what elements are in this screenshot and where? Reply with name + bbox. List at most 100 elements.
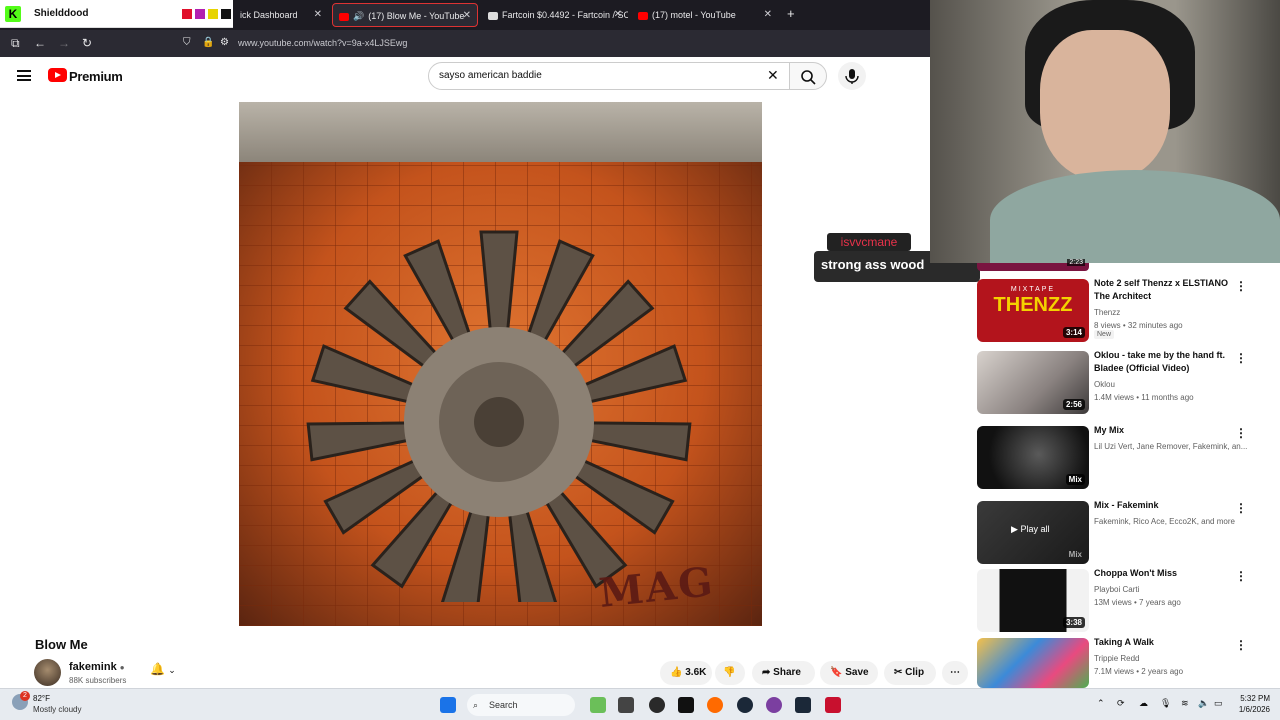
more-actions-button[interactable]: ⋯ xyxy=(942,661,968,685)
tab-title: (17) Blow Me - YouTube xyxy=(368,11,465,21)
search-input[interactable]: sayso american baddie xyxy=(428,62,790,90)
app-icon[interactable] xyxy=(678,697,694,713)
lock-icon[interactable]: 🔒 xyxy=(202,37,214,48)
hamburger-menu-icon[interactable] xyxy=(17,70,31,81)
app-icon[interactable] xyxy=(825,697,841,713)
url-bar[interactable]: www.youtube.com/watch?v=9a-x4LJSEwg xyxy=(238,38,407,48)
overlay-name: Shielddood xyxy=(34,8,89,19)
volume-icon[interactable]: 🔈 xyxy=(1198,698,1209,709)
tab-motel-youtube[interactable]: (17) motel - YouTube ✕ xyxy=(632,3,778,27)
video-title[interactable]: Taking A Walk xyxy=(1094,636,1244,649)
voice-search-button[interactable] xyxy=(838,62,866,90)
recommendation-item[interactable]: 2:56 Oklou - take me by the hand ft. Bla… xyxy=(977,349,1277,415)
youtube-brand[interactable]: Premium xyxy=(69,69,123,84)
permissions-icon[interactable]: ⚙ xyxy=(220,37,229,48)
tab-close-icon[interactable]: ✕ xyxy=(314,3,322,27)
video-title[interactable]: Oklou - take me by the hand ft. Bladee (… xyxy=(1094,349,1244,375)
youtube-logo-icon[interactable] xyxy=(48,68,67,82)
video-title[interactable]: Mix - Fakemink xyxy=(1094,499,1244,512)
video-title[interactable]: My Mix xyxy=(1094,424,1244,437)
tab-close-icon[interactable]: ✕ xyxy=(764,3,772,27)
video-thumbnail[interactable]: MIXTAPE THENZZ 3:14 xyxy=(977,279,1089,342)
wifi-icon[interactable]: ≋ xyxy=(1181,698,1189,709)
steam-icon[interactable] xyxy=(737,697,753,713)
video-meta: 13M views • 7 years ago xyxy=(1094,598,1181,607)
new-tab-button[interactable]: + xyxy=(787,6,795,21)
channel-name[interactable]: Trippie Redd xyxy=(1094,654,1254,663)
firefox-icon[interactable] xyxy=(707,697,723,713)
widget-icon[interactable] xyxy=(590,697,606,713)
save-label: Save xyxy=(845,667,869,678)
video-thumbnail[interactable]: Mix xyxy=(977,426,1089,489)
more-options-icon[interactable]: ⋮ xyxy=(1235,638,1247,652)
shield-icon[interactable]: ⛉ xyxy=(183,37,191,48)
share-button[interactable]: ➦ Share xyxy=(752,661,815,685)
save-button[interactable]: 🔖 Save xyxy=(820,661,878,685)
like-button[interactable]: 👍 3.6K xyxy=(660,661,712,685)
more-options-icon[interactable]: ⋮ xyxy=(1235,569,1247,583)
video-title[interactable]: Choppa Won't Miss xyxy=(1094,567,1244,580)
video-thumbnail[interactable] xyxy=(977,638,1089,688)
swatch-red xyxy=(182,9,192,19)
recommendation-item[interactable]: ▶ Play all Mix Mix - Fakemink Fakemink, … xyxy=(977,499,1277,565)
tab-blow-me-youtube[interactable]: 🔊 (17) Blow Me - YouTube ✕ xyxy=(332,3,478,27)
play-all-overlay[interactable]: ▶ Play all xyxy=(1011,524,1049,535)
video-title[interactable]: Note 2 self Thenzz x ELSTIANO The Archit… xyxy=(1094,277,1244,303)
browser-nav-bar: ⧉ ← → ↻ ⛉ 🔒 ⚙ www.youtube.com/watch?v=9a… xyxy=(0,30,930,57)
task-view-icon[interactable] xyxy=(618,697,634,713)
speaker-icon[interactable]: 🔊 xyxy=(353,11,364,21)
clock-time[interactable]: 5:32 PM xyxy=(1234,694,1270,703)
tab-fartcoin[interactable]: Fartcoin $0.4492 - Fartcoin / SO ✕ xyxy=(482,3,628,27)
clear-search-icon[interactable]: ✕ xyxy=(767,67,779,84)
scissors-icon: ✂ xyxy=(894,667,903,678)
youtube-favicon-icon xyxy=(339,12,349,21)
recommendation-item[interactable]: Taking A Walk Trippie Redd 7.1M views • … xyxy=(977,636,1277,688)
more-options-icon[interactable]: ⋮ xyxy=(1235,351,1247,365)
windows-start-icon[interactable] xyxy=(440,697,456,713)
channel-name[interactable]: Thenzz xyxy=(1094,308,1254,317)
clock-date[interactable]: 1/6/2026 xyxy=(1230,705,1270,714)
cloud-icon[interactable]: ☁ xyxy=(1139,698,1148,709)
share-icon: ➦ xyxy=(762,667,771,678)
avatar[interactable] xyxy=(34,659,61,686)
app-icon[interactable] xyxy=(649,697,665,713)
clip-button[interactable]: ✂ Clip xyxy=(884,661,936,685)
sidebar-toggle-icon[interactable]: ⧉ xyxy=(11,36,20,51)
recommendation-item[interactable]: Mix My Mix Lil Uzi Vert, Jane Remover, F… xyxy=(977,424,1277,490)
partial-thumbnail[interactable]: 2:23 xyxy=(977,259,1089,271)
channel-name[interactable]: Oklou xyxy=(1094,380,1254,389)
app-icon[interactable] xyxy=(766,697,782,713)
mix-artists: Lil Uzi Vert, Jane Remover, Fakemink, an… xyxy=(1094,442,1248,451)
back-arrow-icon[interactable]: ← xyxy=(34,36,46,50)
chevron-up-icon[interactable]: ⌃ xyxy=(1097,698,1105,709)
tab-dashboard[interactable]: ick Dashboard ✕ xyxy=(234,3,328,27)
more-options-icon[interactable]: ⋮ xyxy=(1235,426,1247,440)
tray-app-icon[interactable]: ⟳ xyxy=(1117,698,1125,709)
tab-close-icon[interactable]: ✕ xyxy=(614,3,622,27)
dislike-button[interactable]: 👎 xyxy=(715,661,745,685)
channel-name-main[interactable]: fakemink ● xyxy=(69,661,125,673)
weather-badge: 2 xyxy=(20,691,30,701)
more-options-icon[interactable]: ⋮ xyxy=(1235,501,1247,515)
video-player[interactable]: MAG xyxy=(239,102,762,626)
search-button[interactable] xyxy=(789,62,827,90)
weather-temp[interactable]: 82°F xyxy=(33,694,50,703)
tab-close-icon[interactable]: ✕ xyxy=(463,4,471,26)
video-meta: 1.4M views • 11 months ago xyxy=(1094,393,1194,402)
notification-bell-button[interactable]: 🔔 ⌄ xyxy=(150,662,192,684)
forward-arrow-icon[interactable]: → xyxy=(58,36,70,50)
video-thumbnail[interactable]: 3:38 xyxy=(977,569,1089,632)
recommendation-item[interactable]: 3:38 Choppa Won't Miss Playboi Carti 13M… xyxy=(977,567,1277,633)
taskbar-search[interactable]: ⌕ Search xyxy=(467,694,575,716)
video-thumbnail[interactable]: 2:56 xyxy=(977,351,1089,414)
more-options-icon[interactable]: ⋮ xyxy=(1235,279,1247,293)
weather-desc[interactable]: Mostly cloudy xyxy=(33,705,81,714)
channel-name[interactable]: Playboi Carti xyxy=(1094,585,1254,594)
microphone-icon[interactable]: 🎙 xyxy=(1160,698,1171,709)
taskbar-search-label: Search xyxy=(489,700,518,710)
battery-icon[interactable]: ▭ xyxy=(1214,698,1223,709)
app-icon[interactable] xyxy=(795,697,811,713)
video-thumbnail[interactable]: ▶ Play all Mix xyxy=(977,501,1089,564)
recommendation-item[interactable]: MIXTAPE THENZZ 3:14 Note 2 self Thenzz x… xyxy=(977,277,1277,343)
reload-icon[interactable]: ↻ xyxy=(82,36,92,50)
